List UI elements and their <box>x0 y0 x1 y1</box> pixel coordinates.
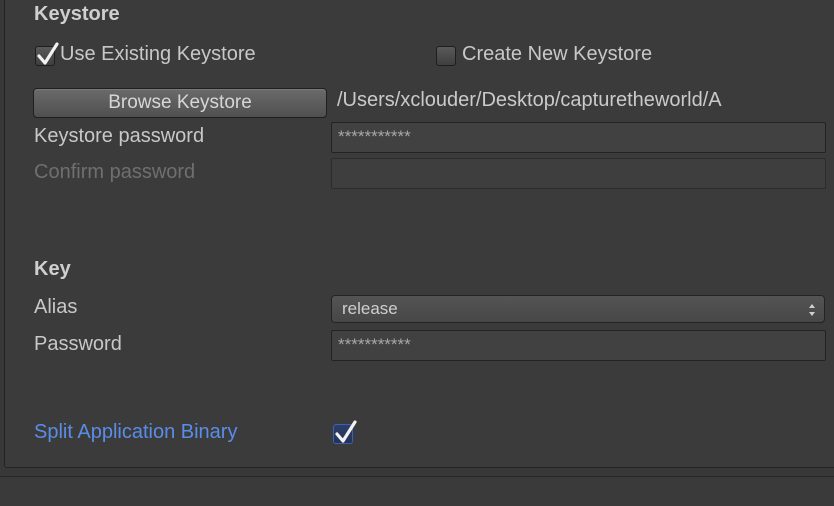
create-new-keystore-label[interactable]: Create New Keystore <box>462 43 652 66</box>
keystore-section-header: Keystore <box>34 3 120 25</box>
alias-dropdown-value: release <box>342 299 398 318</box>
split-application-binary-checkbox[interactable] <box>333 420 357 444</box>
alias-label: Alias <box>34 296 78 318</box>
key-section-header: Key <box>34 258 71 280</box>
key-password-label: Password <box>34 333 122 355</box>
keystore-password-field[interactable]: *********** <box>331 122 826 153</box>
use-existing-keystore-checkbox[interactable] <box>35 42 59 66</box>
publishing-settings-panel <box>4 0 834 468</box>
alias-dropdown[interactable]: release <box>331 295 825 323</box>
bottom-toolbar-strip <box>0 476 834 506</box>
updown-arrows-icon <box>809 304 815 316</box>
settings-window: Keystore Use Existing Keystore Create Ne… <box>0 0 834 506</box>
confirm-password-label: Confirm password <box>34 161 196 183</box>
browse-keystore-button[interactable]: Browse Keystore <box>33 88 327 118</box>
keystore-path: /Users/xclouder/Desktop/capturetheworld/… <box>337 89 722 111</box>
checkmark-icon <box>335 420 357 443</box>
keystore-password-label: Keystore password <box>34 125 205 147</box>
split-application-binary-label[interactable]: Split Application Binary <box>34 421 237 444</box>
create-new-keystore-checkbox[interactable] <box>436 46 456 66</box>
key-password-field[interactable]: *********** <box>331 330 826 361</box>
use-existing-keystore-label[interactable]: Use Existing Keystore <box>60 43 256 66</box>
confirm-password-field <box>331 158 826 189</box>
checkmark-icon <box>37 42 59 65</box>
